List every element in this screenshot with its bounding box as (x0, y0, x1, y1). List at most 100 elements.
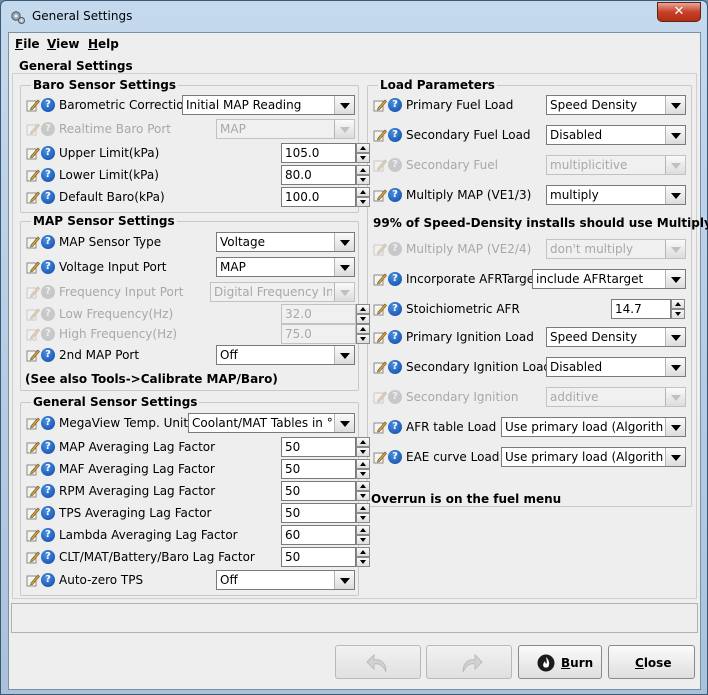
help-icon[interactable]: ? (388, 98, 402, 112)
spin-down-icon[interactable] (356, 535, 370, 545)
combo-afr-table-load[interactable]: Use primary load (Algorithm) (501, 417, 686, 437)
spinner-upper-limit[interactable]: 105.0 (281, 143, 370, 163)
edit-pen-icon[interactable] (26, 550, 40, 564)
edit-pen-icon[interactable] (26, 440, 40, 454)
edit-pen-icon[interactable] (373, 330, 387, 344)
help-icon[interactable]: ? (41, 484, 55, 498)
combo-incorporate-afrtarget[interactable]: include AFRtarget (532, 269, 686, 289)
spin-down-icon[interactable] (356, 197, 370, 207)
menu-view[interactable]: View (47, 37, 79, 51)
edit-pen-icon[interactable] (26, 190, 40, 204)
edit-pen-icon[interactable] (373, 360, 387, 374)
help-icon[interactable]: ? (388, 420, 402, 434)
help-icon[interactable]: ? (41, 235, 55, 249)
help-icon[interactable]: ? (41, 260, 55, 274)
edit-pen-icon[interactable] (26, 348, 40, 362)
help-icon[interactable]: ? (388, 188, 402, 202)
spin-down-icon[interactable] (356, 491, 370, 501)
chevron-down-icon[interactable] (334, 96, 354, 114)
chevron-down-icon[interactable] (665, 328, 685, 346)
edit-pen-icon[interactable] (26, 168, 40, 182)
spin-up-icon[interactable] (356, 437, 370, 447)
edit-pen-icon[interactable] (373, 188, 387, 202)
edit-pen-icon[interactable] (26, 462, 40, 476)
edit-pen-icon[interactable] (373, 302, 387, 316)
chevron-down-icon[interactable] (334, 233, 354, 251)
spinner-tps-averaging[interactable]: 50 (281, 503, 370, 523)
spinner-map-averaging[interactable]: 50 (281, 437, 370, 457)
help-icon[interactable]: ? (41, 573, 55, 587)
spinner-lower-limit[interactable]: 80.0 (281, 165, 370, 185)
menu-help[interactable]: Help (88, 37, 119, 51)
edit-pen-icon[interactable] (26, 122, 40, 136)
edit-pen-icon[interactable] (373, 158, 387, 172)
window-close-button[interactable]: ✕ (657, 2, 701, 22)
spin-up-icon[interactable] (356, 525, 370, 535)
spin-up-icon[interactable] (356, 481, 370, 491)
spinner-rpm-averaging[interactable]: 50 (281, 481, 370, 501)
close-button[interactable]: Close (608, 645, 695, 679)
help-icon[interactable]: ? (41, 462, 55, 476)
combo-map-sensor-type[interactable]: Voltage (216, 232, 355, 252)
help-icon[interactable]: ? (388, 360, 402, 374)
edit-pen-icon[interactable] (26, 285, 40, 299)
combo-voltage-input-port[interactable]: MAP (216, 257, 355, 277)
edit-pen-icon[interactable] (373, 390, 387, 404)
spin-up-icon[interactable] (356, 459, 370, 469)
spin-down-icon[interactable] (356, 447, 370, 457)
help-icon[interactable]: ? (41, 440, 55, 454)
help-icon[interactable]: ? (388, 242, 402, 256)
spin-down-icon[interactable] (671, 309, 685, 319)
combo-2nd-map-port[interactable]: Off (216, 345, 355, 365)
edit-pen-icon[interactable] (26, 416, 40, 430)
combo-eae-curve-load[interactable]: Use primary load (Algorithm) (501, 447, 686, 467)
title-bar[interactable]: General Settings ✕ (1, 1, 707, 33)
spinner-stoichiometric-afr[interactable]: 14.7 (611, 299, 685, 319)
edit-pen-icon[interactable] (26, 327, 40, 341)
help-icon[interactable]: ? (41, 506, 55, 520)
help-icon[interactable]: ? (41, 327, 55, 341)
help-icon[interactable]: ? (388, 390, 402, 404)
chevron-down-icon[interactable] (665, 448, 685, 466)
combo-primary-fuel-load[interactable]: Speed Density (546, 95, 686, 115)
chevron-down-icon[interactable] (665, 418, 685, 436)
chevron-down-icon[interactable] (665, 270, 685, 288)
edit-pen-icon[interactable] (26, 235, 40, 249)
edit-pen-icon[interactable] (373, 242, 387, 256)
help-icon[interactable]: ? (388, 272, 402, 286)
combo-secondary-ignition-load[interactable]: Disabled (546, 357, 686, 377)
help-icon[interactable]: ? (388, 450, 402, 464)
edit-pen-icon[interactable] (373, 450, 387, 464)
help-icon[interactable]: ? (41, 528, 55, 542)
help-icon[interactable]: ? (388, 158, 402, 172)
spin-up-icon[interactable] (356, 187, 370, 197)
combo-primary-ignition-load[interactable]: Speed Density (546, 327, 686, 347)
help-icon[interactable]: ? (41, 146, 55, 160)
spin-up-icon[interactable] (356, 165, 370, 175)
edit-pen-icon[interactable] (26, 307, 40, 321)
help-icon[interactable]: ? (388, 330, 402, 344)
burn-button[interactable]: Burn (518, 645, 602, 679)
help-icon[interactable]: ? (41, 190, 55, 204)
edit-pen-icon[interactable] (26, 260, 40, 274)
help-icon[interactable]: ? (41, 122, 55, 136)
spin-up-icon[interactable] (356, 143, 370, 153)
edit-pen-icon[interactable] (26, 506, 40, 520)
combo-secondary-fuel-load[interactable]: Disabled (546, 125, 686, 145)
edit-pen-icon[interactable] (26, 573, 40, 587)
spinner-default-baro[interactable]: 100.0 (281, 187, 370, 207)
spin-down-icon[interactable] (356, 175, 370, 185)
spin-down-icon[interactable] (356, 153, 370, 163)
combo-megaview-temp-units[interactable]: Coolant/MAT Tables in °F (188, 413, 355, 433)
chevron-down-icon[interactable] (334, 258, 354, 276)
edit-pen-icon[interactable] (373, 420, 387, 434)
edit-pen-icon[interactable] (26, 98, 40, 112)
edit-pen-icon[interactable] (373, 98, 387, 112)
spin-up-icon[interactable] (356, 547, 370, 557)
help-icon[interactable]: ? (388, 128, 402, 142)
spin-down-icon[interactable] (356, 513, 370, 523)
help-icon[interactable]: ? (41, 285, 55, 299)
chevron-down-icon[interactable] (334, 414, 354, 432)
chevron-down-icon[interactable] (665, 126, 685, 144)
chevron-down-icon[interactable] (334, 571, 354, 589)
